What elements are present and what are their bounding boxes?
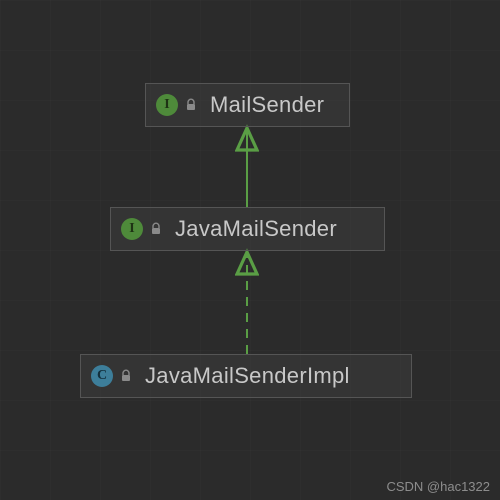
node-javamailsender[interactable]: I JavaMailSender [110,207,385,251]
class-icon: C [91,365,113,387]
watermark: CSDN @hac1322 [386,479,490,494]
badge-letter: I [129,221,134,237]
badge-letter: C [97,368,107,384]
node-label: JavaMailSenderImpl [145,363,350,389]
node-label: MailSender [210,92,324,118]
badge-letter: I [164,97,169,113]
lock-icon [119,369,133,383]
node-javamailsenderimpl[interactable]: C JavaMailSenderImpl [80,354,412,398]
diagram-canvas: I MailSender I JavaMailSender C [0,0,500,500]
lock-icon [149,222,163,236]
node-label: JavaMailSender [175,216,337,242]
interface-icon: I [121,218,143,240]
interface-icon: I [156,94,178,116]
lock-icon [184,98,198,112]
node-mailsender[interactable]: I MailSender [145,83,350,127]
